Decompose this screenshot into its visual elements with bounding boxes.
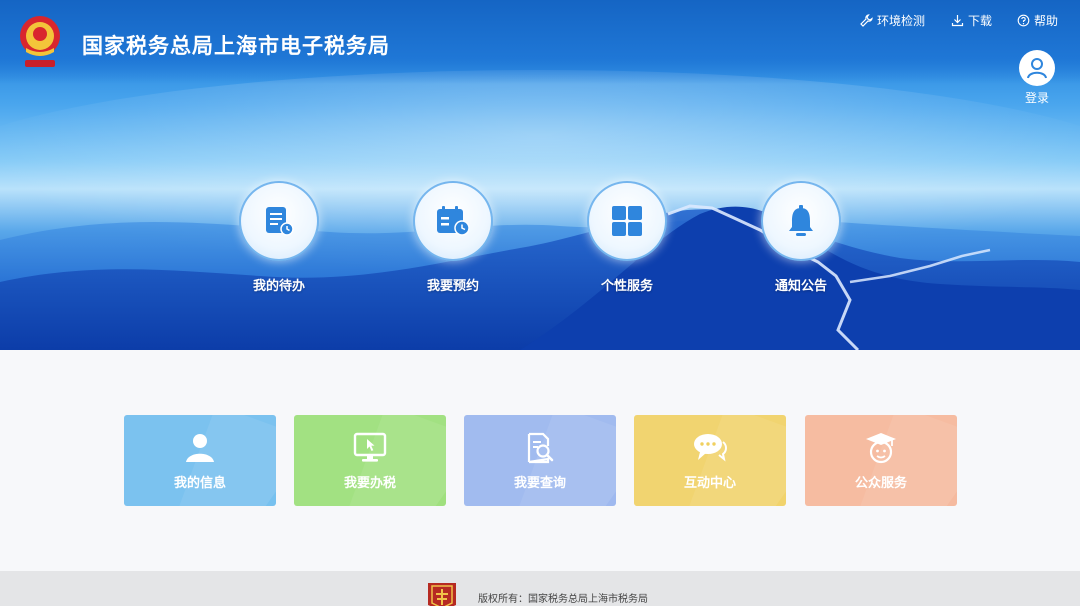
grid-icon (612, 206, 642, 236)
service-card-label: 公众服务 (854, 476, 907, 491)
download-link[interactable]: 下载 (951, 11, 992, 29)
monitor-cursor-icon (353, 432, 387, 462)
login-button[interactable]: 登录 (1017, 50, 1057, 106)
chat-bubble-icon (694, 434, 727, 462)
quick-action-personal-service[interactable]: 个性服务 (587, 181, 667, 294)
person-icon (186, 434, 214, 462)
download-label: 下载 (968, 13, 993, 28)
quick-action-appointment[interactable]: 我要预约 (413, 181, 493, 294)
user-icon (1027, 58, 1047, 79)
card-icon-wrap (184, 430, 216, 466)
footer-copyright: 版权所有：国家税务总局上海市税务局 (478, 594, 648, 605)
service-card-inquiry[interactable]: 我要查询 (464, 415, 616, 506)
tax-bureau-emblem-icon (20, 16, 60, 67)
footer: 版权所有：国家税务总局上海市税务局 (0, 571, 1080, 606)
quick-action-label: 我要预约 (426, 279, 479, 294)
help-label: 帮助 (1034, 13, 1059, 28)
service-card-label: 互动中心 (683, 476, 736, 491)
quick-action-my-todo[interactable]: 我的待办 (239, 181, 319, 294)
help-link[interactable]: 帮助 (1017, 11, 1058, 29)
login-avatar (1019, 50, 1055, 86)
service-card-public-service[interactable]: 公众服务 (805, 415, 957, 506)
card-icon-wrap (524, 430, 556, 466)
quick-action-circle (239, 181, 319, 261)
card-icon-wrap (692, 430, 728, 466)
service-card-label: 我的信息 (173, 476, 226, 491)
card-icon-wrap (353, 430, 387, 466)
service-card-label: 我要查询 (513, 476, 566, 491)
tax-emblem-icon (428, 583, 456, 606)
site-title: 国家税务总局上海市电子税务局 (82, 34, 390, 58)
download-icon (951, 14, 964, 26)
help-circle-icon (1017, 14, 1030, 26)
service-card-my-info[interactable]: 我的信息 (124, 415, 276, 506)
todo-document-icon (266, 207, 294, 236)
environment-check-label: 环境检测 (877, 13, 926, 28)
calendar-clock-icon (437, 206, 470, 236)
quick-action-label: 我的待办 (252, 279, 305, 294)
graduate-icon (866, 433, 896, 464)
quick-action-label: 通知公告 (774, 279, 827, 294)
card-icon-wrap (864, 430, 898, 466)
quick-action-notice[interactable]: 通知公告 (761, 181, 841, 294)
service-card-interaction-center[interactable]: 互动中心 (634, 415, 786, 506)
quick-action-label: 个性服务 (600, 279, 653, 294)
service-card-label: 我要办税 (343, 476, 396, 491)
quick-action-circle (587, 181, 667, 261)
bell-icon (789, 205, 813, 236)
environment-check-link[interactable]: 环境检测 (860, 11, 925, 29)
document-search-icon (527, 432, 554, 464)
service-cards: 我的信息 我要办税 我要查询 互动中心 公众服务 (124, 415, 957, 506)
hero-banner: 国家税务总局上海市电子税务局 环境检测 下载 帮助 登录 我的待办 我要预约 个… (0, 0, 1080, 350)
quick-action-circle (413, 181, 493, 261)
quick-action-circle (761, 181, 841, 261)
service-card-tax-handling[interactable]: 我要办税 (294, 415, 446, 506)
login-label: 登录 (1024, 91, 1049, 105)
wrench-icon (860, 13, 873, 27)
